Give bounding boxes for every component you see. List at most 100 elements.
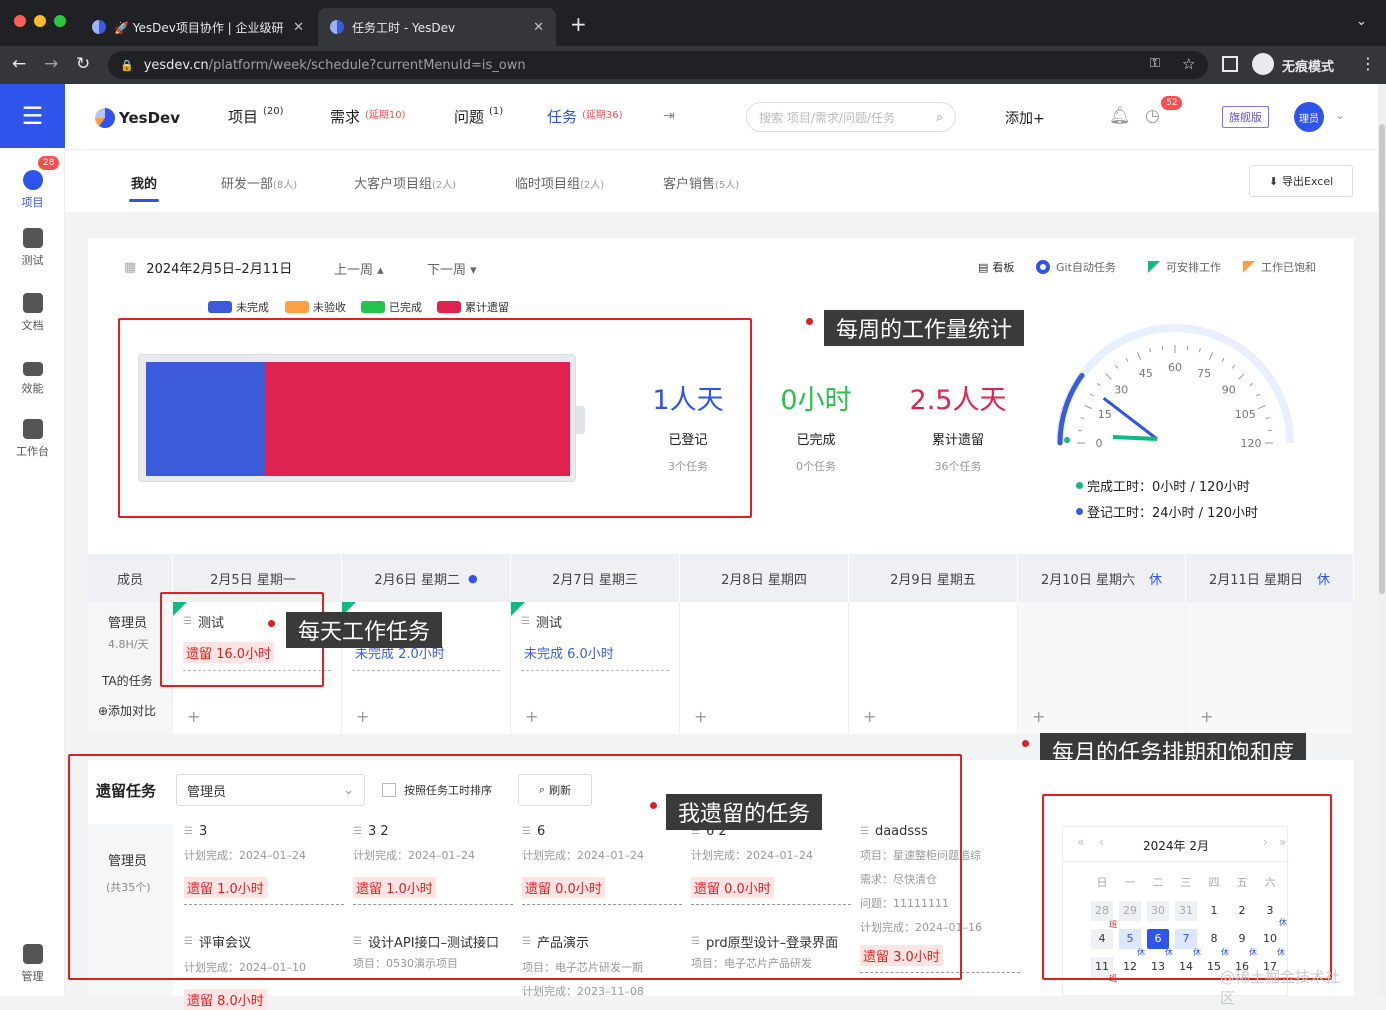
close-window-dot[interactable] <box>14 15 26 27</box>
nav-task[interactable]: 任务 (延期36) <box>547 106 623 127</box>
side-panel-icon[interactable] <box>1222 56 1238 72</box>
task-item[interactable]: ☰ 测试 <box>521 612 562 631</box>
gauge-tick <box>1256 393 1261 397</box>
address-bar[interactable]: 🔒 yesdev.cn/platform/week/schedule?curre… <box>108 51 1208 79</box>
close-tab-icon[interactable]: ✕ <box>533 20 544 35</box>
exit-icon[interactable]: ⇥ <box>663 108 675 124</box>
star-icon[interactable]: ☆ <box>1182 55 1195 73</box>
add-task-icon[interactable]: + <box>525 707 538 726</box>
stat-sub: 0个任务 <box>796 460 836 473</box>
week-range[interactable]: ▦ 2024年2月5日–2月11日 <box>124 258 292 277</box>
day-cell[interactable]: + <box>1018 602 1186 734</box>
tab-rd-dept[interactable]: 研发一部(8人) <box>221 173 297 192</box>
tab-sales[interactable]: 客户销售(5人) <box>663 173 739 192</box>
menu-toggle-icon[interactable]: ☰ <box>0 84 65 148</box>
member-tasks-link[interactable]: TA的任务 <box>102 672 153 689</box>
callout-dot <box>650 802 657 809</box>
browser-tab-1[interactable]: 🚀 YesDev项目协作 | 企业级研发 ✕ <box>80 8 316 46</box>
git-auto-task-toggle[interactable]: Git自动任务 <box>1036 259 1116 275</box>
gauge-tick <box>1208 352 1213 361</box>
sidebar-item-test[interactable]: 测试 <box>0 228 65 268</box>
key-icon[interactable]: ⚿ <box>1150 56 1160 71</box>
forward-arrow-icon[interactable]: → <box>44 54 58 74</box>
add-task-icon[interactable]: + <box>694 707 707 726</box>
nav-project[interactable]: 项目 (20) <box>228 106 284 127</box>
page-scrollbar[interactable] <box>1378 84 1386 996</box>
chevron-down-icon[interactable]: ⌄ <box>1335 108 1345 122</box>
incognito-label[interactable]: 无痕模式 <box>1282 56 1334 75</box>
add-task-icon[interactable]: + <box>1032 707 1045 726</box>
prev-week-button[interactable]: 上一周 ▴ <box>334 259 384 278</box>
sidebar-item-docs[interactable]: 文档 <box>0 293 65 333</box>
day-cell[interactable]: + <box>680 602 849 734</box>
tab-search-chevron-icon[interactable]: ⌄ <box>1356 14 1367 29</box>
tool-label: 可安排工作 <box>1166 261 1221 274</box>
task-status: 遗留 8.0小时 <box>184 989 267 1010</box>
gauge-tick <box>1137 352 1142 361</box>
rest-day-tag: 休 <box>1316 572 1330 588</box>
sidebar-item-project[interactable]: 项目 <box>0 170 65 210</box>
stat-sub: 36个任务 <box>934 460 982 473</box>
add-task-icon[interactable]: + <box>1200 707 1213 726</box>
kanban-toggle[interactable]: ▤ 看板 <box>978 259 1014 275</box>
add-task-icon[interactable]: + <box>187 707 200 726</box>
task-status: 未完成 6.0小时 <box>524 647 614 662</box>
left-sidebar: ☰ 项目 28 测试 文档 效能 工作台 管理 <box>0 84 65 996</box>
avatar[interactable]: 理员 <box>1294 102 1324 132</box>
day-cell[interactable]: + <box>849 602 1018 734</box>
add-task-icon[interactable]: + <box>356 707 369 726</box>
tab-key-account[interactable]: 大客户项目组(2人) <box>354 173 456 192</box>
gauge-tick-label: 105 <box>1235 408 1256 421</box>
chart-icon <box>22 362 43 376</box>
clock-icon[interactable]: ◷ <box>1145 106 1160 126</box>
edition-badge[interactable]: 旗舰版 <box>1222 106 1269 128</box>
legend-swatch <box>361 301 385 313</box>
maximize-window-dot[interactable] <box>54 15 66 27</box>
orange-corner-icon <box>1243 261 1255 273</box>
gauge-tick <box>1084 405 1093 410</box>
scrollbar-thumb[interactable] <box>1379 124 1385 594</box>
tab-mine[interactable]: 我的 <box>128 173 160 202</box>
add-button[interactable]: 添加+ <box>1005 108 1045 128</box>
reload-icon[interactable]: ↻ <box>76 54 90 74</box>
sidebar-item-admin[interactable]: 管理 <box>0 944 65 984</box>
export-label: 导出Excel <box>1282 175 1334 188</box>
day-label: 2月10日 星期六 <box>1041 572 1135 588</box>
more-menu-icon[interactable]: ⋮ <box>1360 54 1376 73</box>
stat-value: 0小时 <box>780 385 852 416</box>
search-input[interactable]: 搜索 项目/需求/问题/任务 ⌕ <box>746 102 956 132</box>
tab-temp-group[interactable]: 临时项目组(2人) <box>515 173 604 192</box>
sidebar-item-workbench[interactable]: 工作台 <box>0 419 65 459</box>
close-tab-icon[interactable]: ✕ <box>293 20 304 35</box>
download-icon: ⬇ <box>1268 174 1279 188</box>
stat-value: 1人天 <box>652 385 724 416</box>
tab-label: 临时项目组 <box>515 177 581 192</box>
day-cell[interactable]: ☰ 测试 未完成 6.0小时 + <box>511 602 680 734</box>
browser-tab-2[interactable]: 任务工时 - YesDev ✕ <box>318 8 556 46</box>
next-week-button[interactable]: 下一周 ▾ <box>427 259 477 278</box>
sidebar-item-efficiency[interactable]: 效能 <box>0 356 65 396</box>
yesdev-logo[interactable]: YesDev <box>95 108 180 128</box>
gauge-tick <box>1257 405 1266 410</box>
day-label: 2月6日 星期二 <box>374 572 461 588</box>
gauge-tick <box>1198 348 1201 353</box>
stat-label: 已登记 <box>668 433 708 448</box>
legend-label: 累计遗留 <box>465 301 509 314</box>
minimize-window-dot[interactable] <box>34 15 46 27</box>
callout-remaining: 我遗留的任务 <box>666 794 823 830</box>
gauge-tick <box>1105 373 1112 380</box>
sub-navigation: 我的 研发一部(8人) 大客户项目组(2人) 临时项目组(2人) 客户销售(5人… <box>65 150 1386 212</box>
legend-remain: 累计遗留 <box>437 299 509 315</box>
day-cell[interactable]: + <box>1186 602 1354 734</box>
annotation-box-monthly <box>1042 794 1332 980</box>
new-tab-button[interactable]: + <box>570 12 587 36</box>
add-compare-button[interactable]: ⊕添加对比 <box>98 702 156 719</box>
nav-requirement[interactable]: 需求 (延期10) <box>330 106 406 127</box>
add-task-icon[interactable]: + <box>863 707 876 726</box>
legend-swatch <box>437 301 461 313</box>
sidebar-item-label: 管理 <box>21 970 44 983</box>
back-arrow-icon[interactable]: ← <box>12 54 26 74</box>
bell-icon[interactable]: 🔔︎ <box>1109 106 1131 126</box>
nav-issue[interactable]: 问题 (1) <box>454 106 503 127</box>
export-excel-button[interactable]: ⬇ 导出Excel <box>1249 165 1353 197</box>
